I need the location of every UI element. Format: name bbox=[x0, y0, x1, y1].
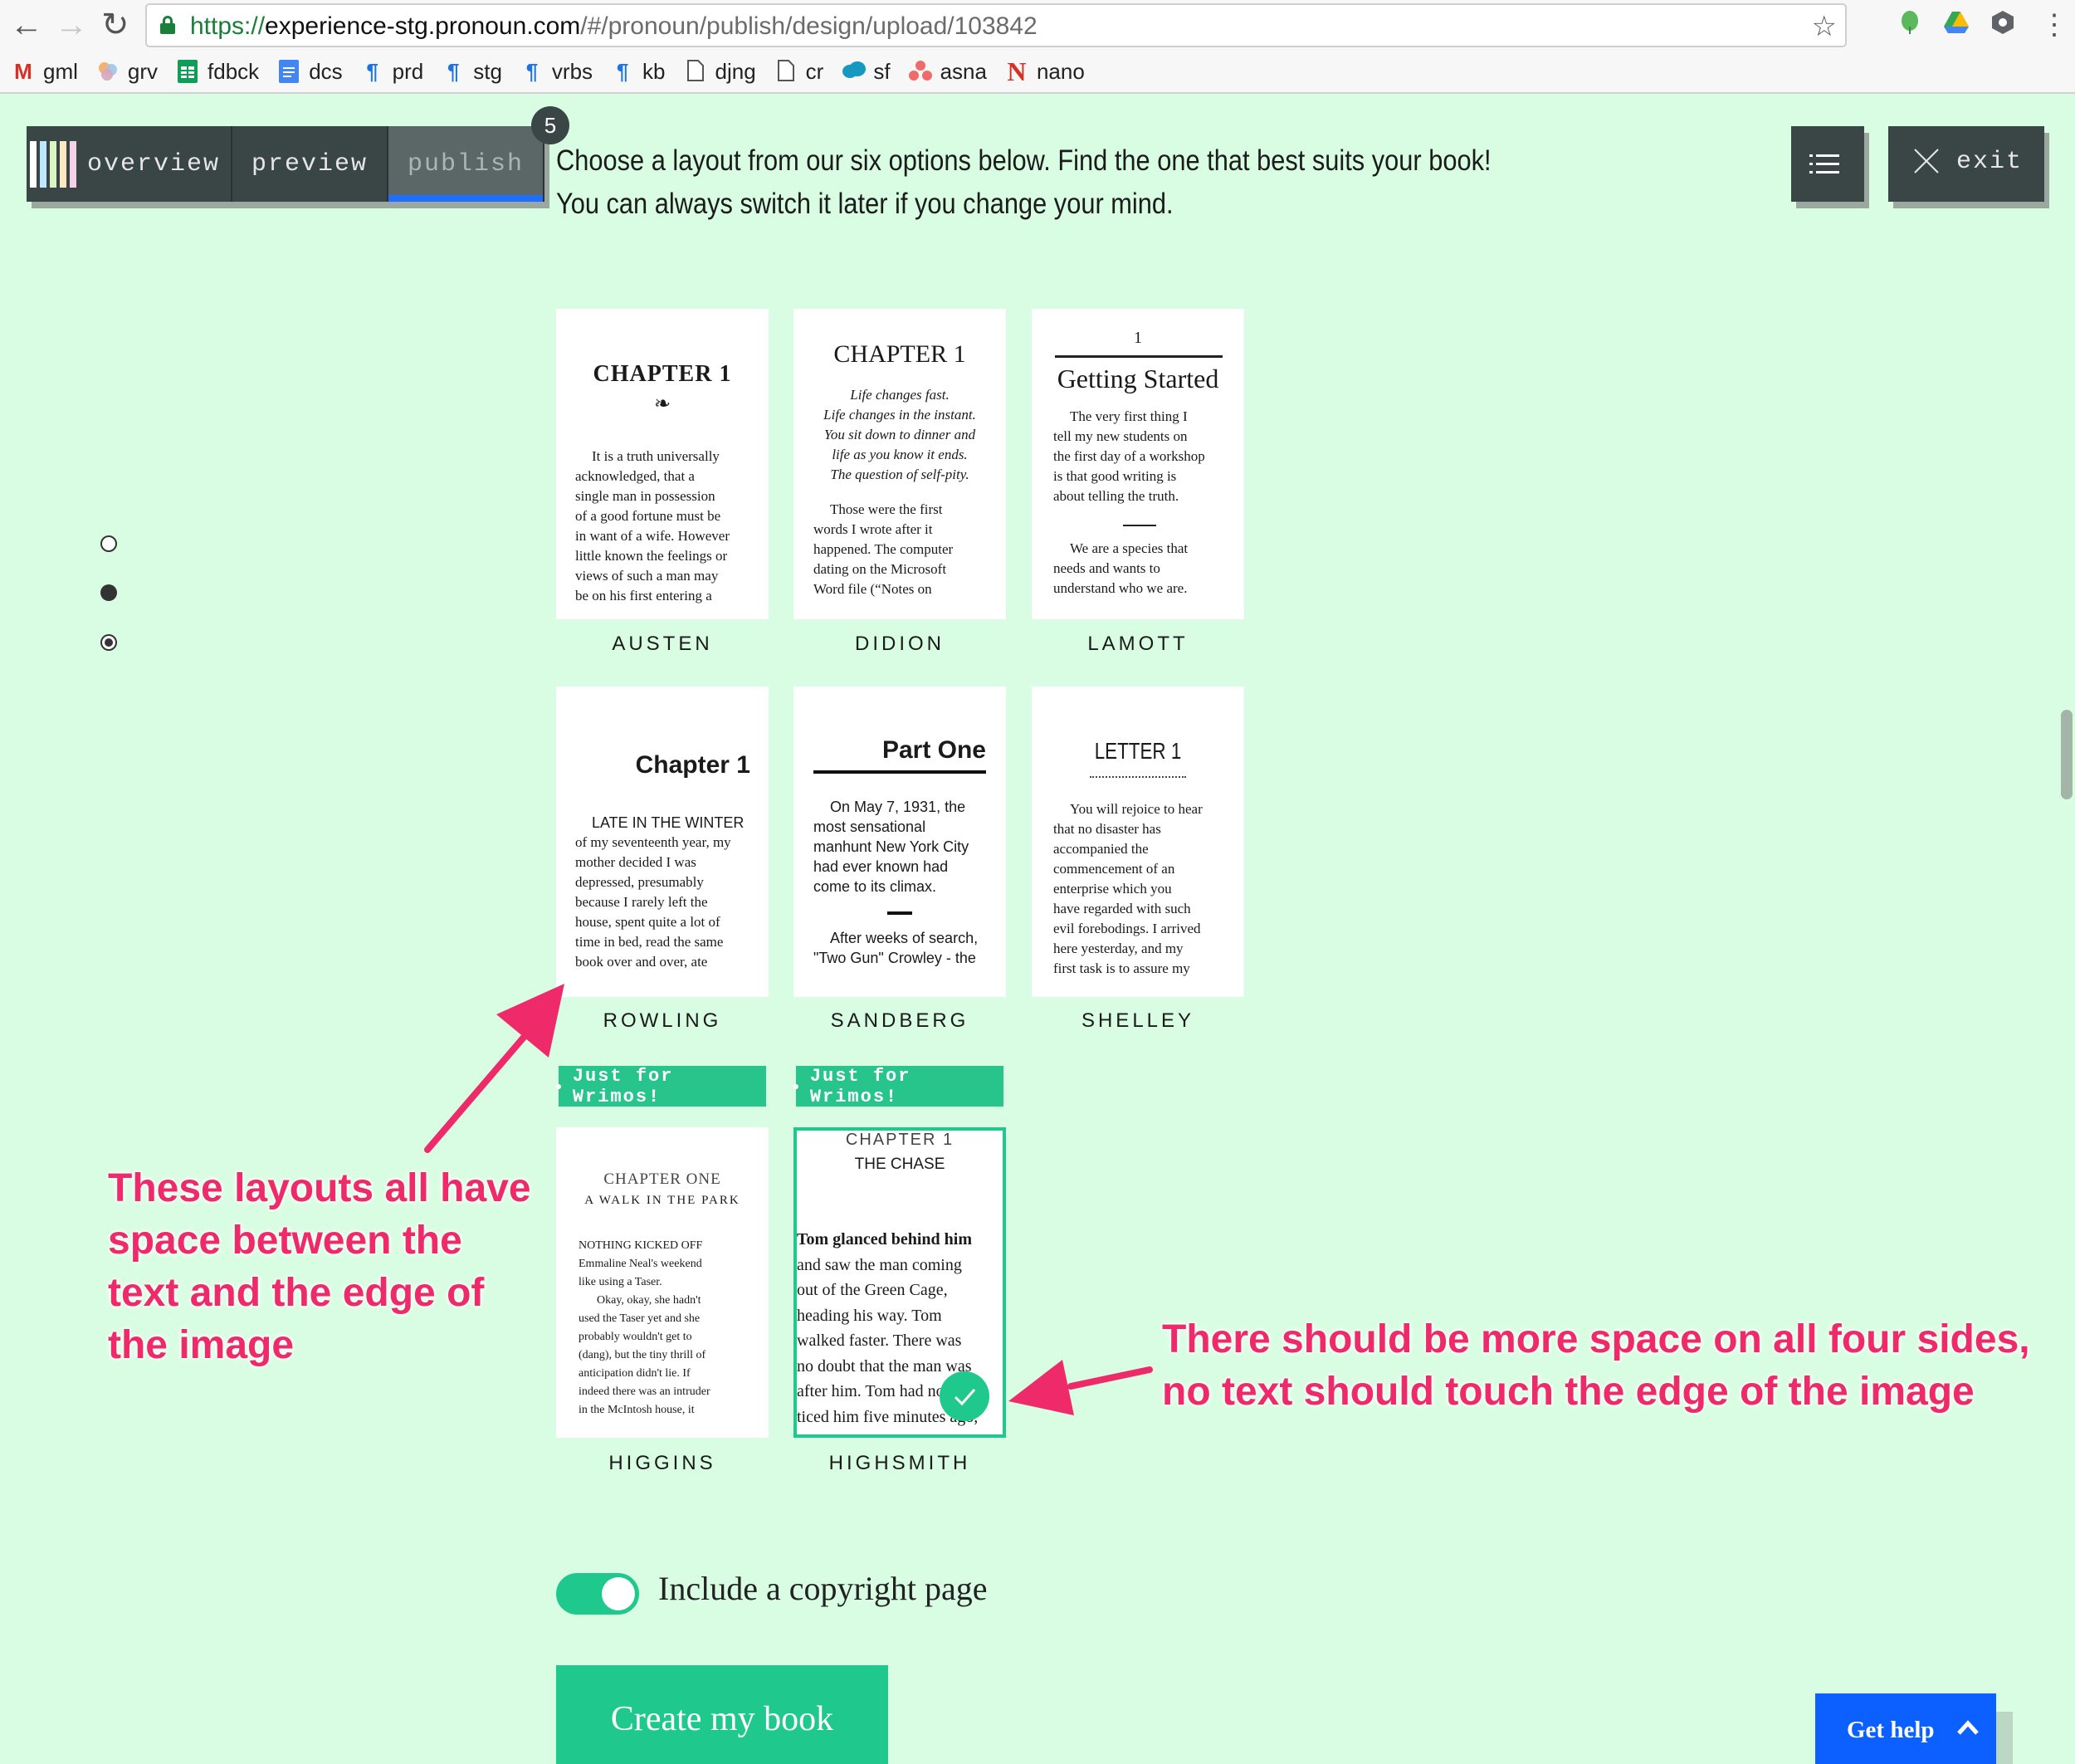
chevron-up-icon bbox=[1957, 1720, 1979, 1735]
get-help-button[interactable]: Get help bbox=[1815, 1693, 1996, 1764]
copyright-toggle-label: Include a copyright page bbox=[658, 1570, 988, 1607]
annotation-line: There should be more space on all four s… bbox=[1162, 1317, 2030, 1361]
copyright-toggle[interactable] bbox=[556, 1573, 639, 1615]
annotation-line: space between the bbox=[108, 1219, 462, 1263]
annotation-line: text and the edge of bbox=[108, 1271, 485, 1315]
page-scrollbar[interactable] bbox=[2061, 710, 2073, 799]
annotation-line: the image bbox=[108, 1323, 295, 1367]
annotation-left: These layouts all have space between the… bbox=[108, 1162, 531, 1371]
annotation-arrows bbox=[424, 984, 1153, 1415]
toggle-knob bbox=[602, 1577, 635, 1610]
help-label: Get help bbox=[1847, 1717, 1935, 1743]
annotation-right: There should be more space on all four s… bbox=[1162, 1313, 2030, 1418]
annotation-arrow-icon bbox=[1008, 1360, 1153, 1415]
annotation-line: no text should touch the edge of the ima… bbox=[1162, 1370, 1975, 1414]
annotation-line: These layouts all have bbox=[108, 1166, 531, 1210]
create-book-button[interactable]: Create my book bbox=[556, 1665, 888, 1764]
annotation-arrow-icon bbox=[424, 984, 564, 1153]
